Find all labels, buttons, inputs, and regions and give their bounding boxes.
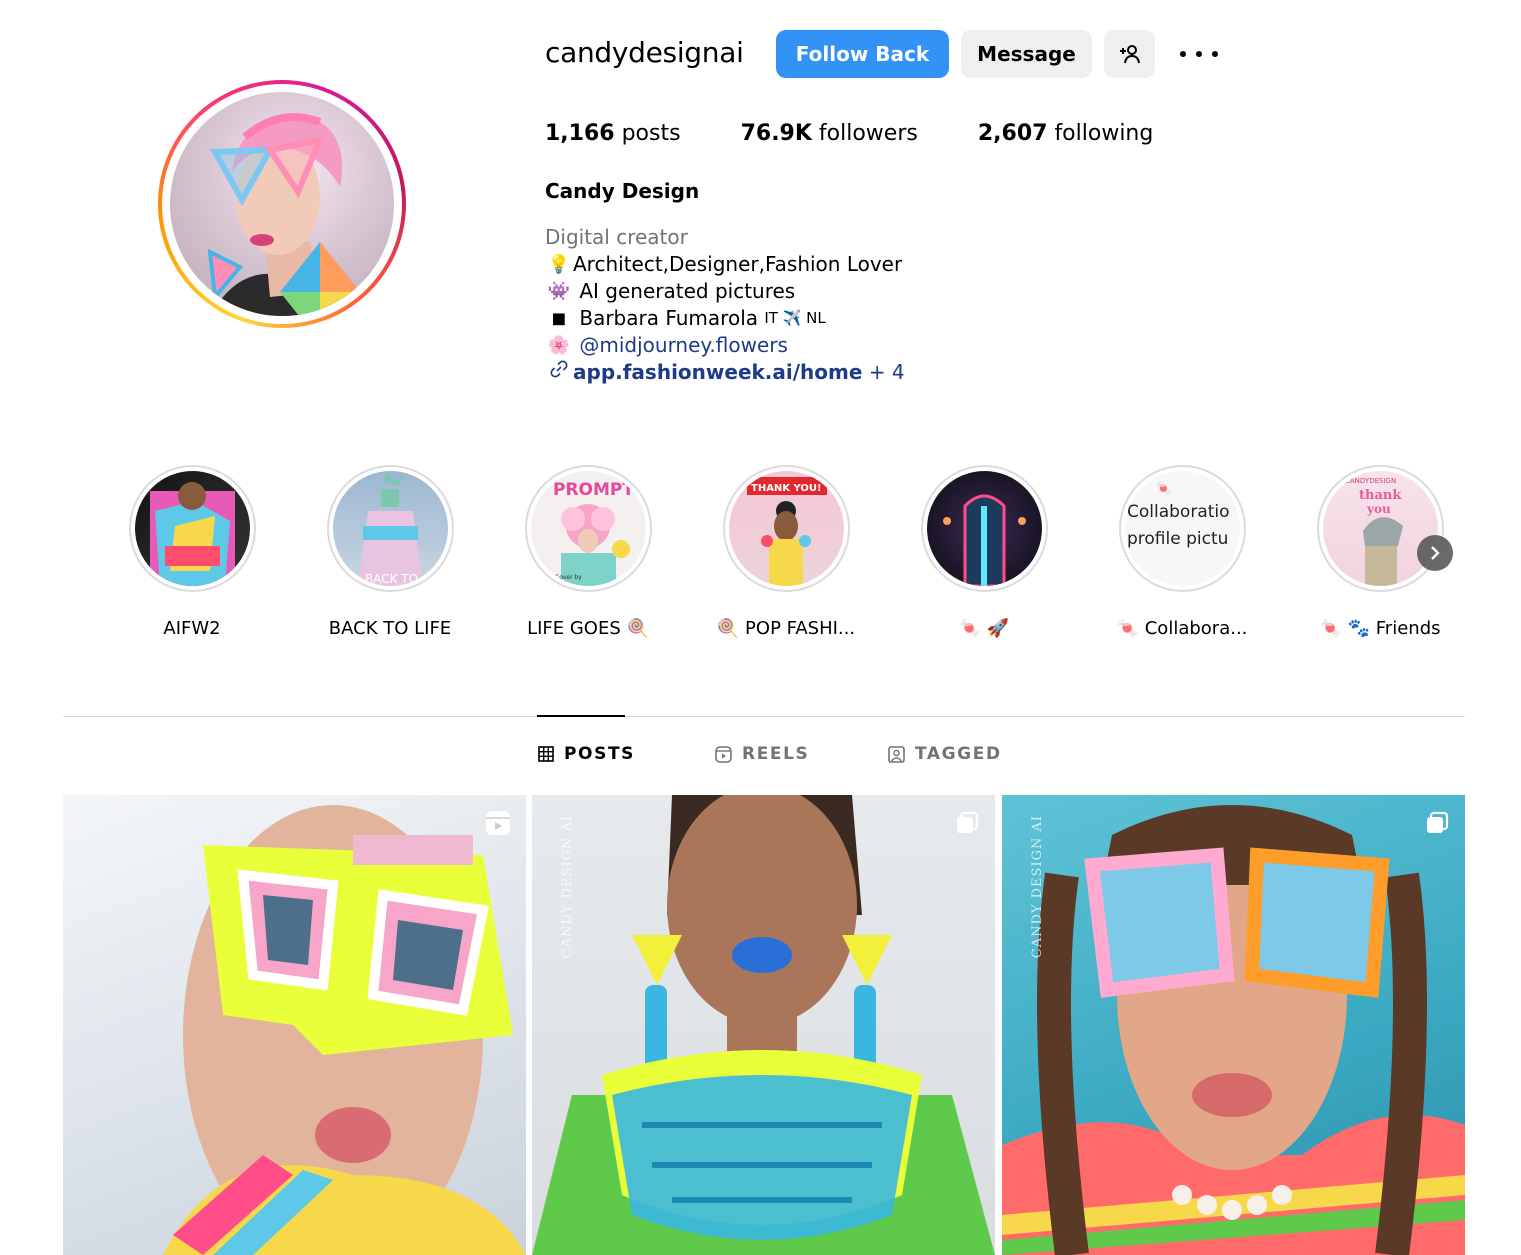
more-links[interactable]: + 4 <box>869 359 905 386</box>
svg-text:PROMPT: PROMPT <box>553 480 634 500</box>
highlight-label: 🍬 Collabora... <box>1116 618 1248 639</box>
flags-text: IT ✈️ NL <box>764 309 826 327</box>
external-link[interactable]: app.fashionweek.ai/home <box>573 359 862 386</box>
post-tile[interactable]: CANDY DESIGN AI <box>532 795 995 1255</box>
tagged-icon <box>888 745 905 763</box>
link-icon <box>545 359 573 386</box>
bio-link-row[interactable]: app.fashionweek.ai/home + 4 <box>545 359 905 386</box>
svg-text:CANDYDESIGN: CANDYDESIGN <box>1345 477 1396 485</box>
post-tile[interactable] <box>63 795 526 1255</box>
followers-count[interactable]: 76.9K followers <box>741 121 918 146</box>
svg-text:🍬: 🍬 <box>1155 480 1172 497</box>
watermark-text: CANDY DESIGN AI <box>560 815 575 959</box>
highlight-label: BACK TO LIFE <box>328 618 452 639</box>
following-count[interactable]: 2,607 following <box>978 121 1154 146</box>
tabs-divider <box>63 716 1465 717</box>
post-image <box>163 805 526 1255</box>
post-image <box>532 795 995 1255</box>
highlight-label: AIFW2 <box>163 618 221 639</box>
highlight-item[interactable]: 🍬 🚀 <box>894 465 1074 639</box>
add-user-icon <box>1119 45 1140 64</box>
svg-text:Collaboratio: Collaboratio <box>1127 502 1230 522</box>
bio-line: 💡 Architect,Designer,Fashion Lover <box>545 251 905 278</box>
grid-icon <box>538 746 554 762</box>
highlight-cover <box>134 471 250 586</box>
svg-text:profile pictu: profile pictu <box>1127 529 1228 549</box>
watermark-text: CANDY DESIGN AI <box>1030 815 1045 959</box>
highlight-label: LIFE GOES 🍭 <box>527 618 649 639</box>
highlight-label: 🍬 🐾 Friends <box>1319 618 1441 639</box>
more-options-icon[interactable] <box>1180 40 1218 68</box>
highlight-item[interactable]: 🍬 Collaboratio profile pictu 🍬 Collabora..… <box>1092 465 1272 639</box>
svg-text:you: you <box>1366 502 1391 516</box>
svg-text:THANK YOU!: THANK YOU! <box>751 483 822 494</box>
bio-line: ◼ Barbara Fumarola IT ✈️ NL <box>545 305 905 332</box>
bio-line: 👾 AI generated pictures <box>545 278 905 305</box>
svg-text:BACK TO: BACK TO <box>365 572 418 586</box>
bio-line: 🌸 @midjourney.flowers <box>545 332 905 359</box>
highlight-cover: 🍬 Collaboratio profile pictu <box>1124 471 1240 586</box>
chevron-right-icon <box>1431 546 1440 560</box>
lightbulb-icon: 💡 <box>547 254 571 275</box>
mention-link[interactable]: @midjourney.flowers <box>579 332 788 359</box>
profile-bio: Digital creator 💡 Architect,Designer,Fash… <box>545 224 905 386</box>
profile-full-name: Candy Design <box>545 179 700 203</box>
profile-stats: 1,166 posts 76.9K followers 2,607 follow… <box>545 121 1213 146</box>
active-tab-indicator <box>537 715 625 717</box>
tab-posts[interactable]: POSTS <box>538 744 635 764</box>
avatar-image <box>170 92 394 316</box>
reel-icon <box>484 809 512 841</box>
highlight-label: 🍭 POP FASHI... <box>716 618 856 639</box>
message-button[interactable]: Message <box>961 30 1092 78</box>
tab-reels[interactable]: REELS <box>715 744 809 764</box>
highlight-cover: THANK YOU! <box>728 471 844 586</box>
highlight-label: 🍬 🚀 <box>958 618 1010 639</box>
highlight-item[interactable]: THANK YOU! 🍭 POP FASHI... <box>696 465 876 639</box>
profile-avatar[interactable] <box>158 80 406 328</box>
post-tile[interactable]: CANDY DESIGN AI <box>1002 795 1465 1255</box>
posts-count[interactable]: 1,166 posts <box>545 121 681 146</box>
highlight-item[interactable]: BACK TO BACK TO LIFE <box>300 465 480 639</box>
highlight-cover: BACK TO <box>332 471 448 586</box>
avatar-gap <box>162 84 402 324</box>
post-image <box>1002 805 1465 1255</box>
tab-tagged[interactable]: TAGGED <box>888 744 1002 764</box>
suggest-user-button[interactable] <box>1104 30 1155 78</box>
alien-monster-icon: 👾 <box>547 281 571 302</box>
follow-back-button[interactable]: Follow Back <box>776 30 949 78</box>
highlight-item[interactable]: PROMPT Cover by LIFE GOES 🍭 <box>498 465 678 639</box>
profile-username: candydesignai <box>545 36 744 69</box>
highlight-cover <box>926 471 1042 586</box>
svg-text:Cover by: Cover by <box>555 574 582 581</box>
svg-text:thank: thank <box>1359 488 1402 503</box>
reels-icon <box>715 745 732 763</box>
carousel-icon <box>953 809 981 841</box>
black-square-icon: ◼ <box>551 308 567 329</box>
highlight-cover: PROMPT Cover by <box>530 471 646 586</box>
highlight-item[interactable]: AIFW2 <box>102 465 282 639</box>
cherry-blossom-icon: 🌸 <box>547 335 571 356</box>
carousel-icon <box>1423 809 1451 841</box>
highlight-cover: CANDYDESIGN thank you <box>1322 471 1438 586</box>
highlights-next-button[interactable] <box>1417 535 1453 571</box>
profile-category: Digital creator <box>545 225 688 249</box>
avatar-illustration <box>207 113 370 316</box>
